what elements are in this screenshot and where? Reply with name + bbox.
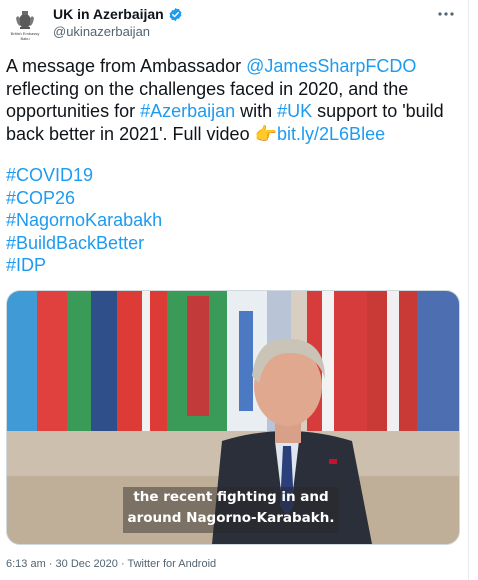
footer-separator: · bbox=[117, 558, 128, 570]
pointing-hand-emoji: 👉 bbox=[254, 123, 278, 144]
avatar-label: British Embassy Baku bbox=[10, 30, 40, 41]
verified-badge-icon bbox=[169, 7, 182, 21]
more-options-button[interactable] bbox=[434, 4, 458, 24]
tweet-text-segment: back better in 2021'. Full video bbox=[6, 123, 255, 144]
hashtag-link[interactable]: #UK bbox=[277, 101, 312, 121]
tweet-line-1: A message from Ambassador @JamesSharpFCD… bbox=[6, 55, 462, 78]
tweet-header: British Embassy Baku UK in Azerbaijan @u… bbox=[6, 4, 462, 48]
hashtag-link[interactable]: #NagornoKarabakh bbox=[6, 209, 462, 232]
tweet-text: A message from Ambassador @JamesSharpFCD… bbox=[6, 55, 462, 277]
tweet-source[interactable]: Twitter for Android bbox=[128, 558, 217, 570]
tweet-date[interactable]: 30 Dec 2020 bbox=[56, 558, 118, 570]
url-link[interactable]: bit.ly/2L6Blee bbox=[277, 124, 385, 144]
tweet-time[interactable]: 6:13 am bbox=[6, 558, 46, 570]
tweet-text-segment: support to 'build bbox=[312, 101, 444, 121]
video-caption: the recent fighting in and around Nagorn… bbox=[123, 487, 339, 533]
account-name-block: UK in Azerbaijan @ukinazerbaijan bbox=[53, 6, 183, 39]
avatar[interactable]: British Embassy Baku bbox=[6, 6, 44, 44]
display-name[interactable]: UK in Azerbaijan bbox=[53, 6, 164, 22]
hashtag-link[interactable]: #BuildBackBetter bbox=[6, 232, 462, 255]
caption-line-2: around Nagorno-Karabakh. bbox=[127, 510, 335, 526]
mention-link[interactable]: @JamesSharpFCDO bbox=[246, 56, 416, 76]
tweet-line-2: reflecting on the challenges faced in 20… bbox=[6, 78, 409, 99]
tweet-text-segment: A message from Ambassador bbox=[6, 56, 247, 76]
hashtag-link[interactable]: #IDP bbox=[6, 254, 462, 277]
tweet-footer: 6:13 am · 30 Dec 2020 · Twitter for Andr… bbox=[6, 558, 216, 570]
royal-crest-icon bbox=[16, 10, 34, 29]
tweet-text-segment: opportunities for bbox=[6, 101, 141, 121]
tweet-card: British Embassy Baku UK in Azerbaijan @u… bbox=[0, 0, 469, 580]
tweet-line-3: opportunities for #Azerbaijan with #UK s… bbox=[6, 100, 462, 123]
hashtag-link[interactable]: #COP26 bbox=[6, 187, 462, 210]
hashtag-link[interactable]: #Azerbaijan bbox=[140, 101, 235, 121]
account-handle[interactable]: @ukinazerbaijan bbox=[53, 24, 183, 39]
hashtag-link[interactable]: #COVID19 bbox=[6, 164, 462, 187]
hashtag-list: #COVID19 #COP26 #NagornoKarabakh #BuildB… bbox=[6, 164, 462, 277]
footer-separator: · bbox=[45, 558, 56, 570]
video-media[interactable]: the recent fighting in and around Nagorn… bbox=[6, 290, 460, 545]
more-horizontal-icon bbox=[438, 12, 454, 16]
caption-line-1: the recent fighting in and bbox=[133, 489, 329, 505]
tweet-text-segment: with bbox=[235, 101, 278, 121]
tweet-line-4: back better in 2021'. Full video 👉bit.ly… bbox=[6, 123, 462, 146]
